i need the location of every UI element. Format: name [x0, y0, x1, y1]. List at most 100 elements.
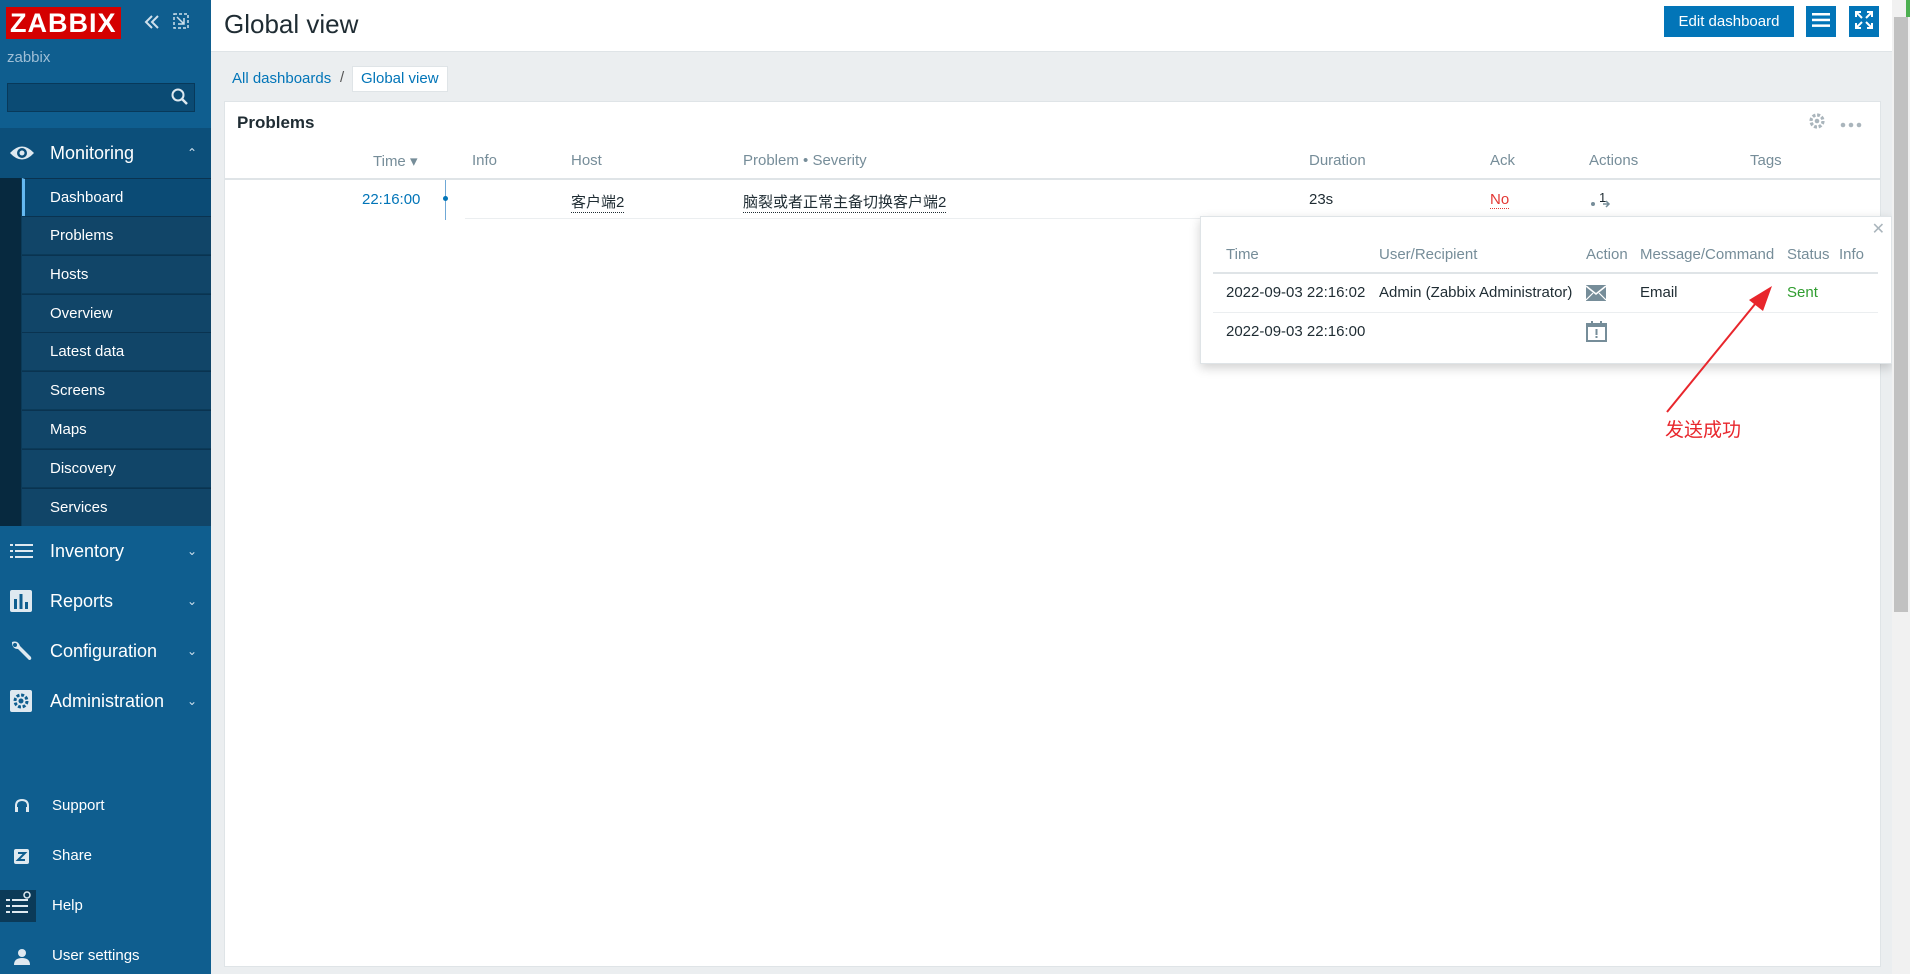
breadcrumb-separator: /: [340, 69, 345, 86]
popup-header-user: User/Recipient: [1379, 246, 1478, 263]
sidebar-item-label: Problems: [50, 227, 114, 244]
sidebar-user-settings[interactable]: User settings: [0, 936, 211, 974]
sidebar-help[interactable]: Help: [0, 886, 211, 926]
server-name: zabbix: [7, 49, 51, 66]
close-icon[interactable]: ✕: [1872, 219, 1885, 239]
widget-more-icon[interactable]: [1840, 116, 1862, 133]
chevron-down-icon: ⌄: [186, 594, 197, 608]
sidebar-item-discovery[interactable]: Discovery: [22, 449, 211, 487]
monitoring-submenu: Dashboard Problems Hosts Overview Latest…: [0, 178, 211, 526]
help-label: Help: [52, 897, 83, 914]
popup-header-message: Message/Command: [1640, 246, 1775, 263]
problem-duration: 23s: [1309, 191, 1334, 208]
popup-row-time: 2022-09-03 22:16:02: [1226, 284, 1366, 301]
sidebar-item-label: Overview: [50, 305, 113, 322]
sidebar-item-label: Maps: [50, 421, 87, 438]
actions-indicator[interactable]: 1: [1589, 190, 1611, 213]
menu-monitoring-label: Monitoring: [50, 142, 135, 163]
popup-header-time: Time: [1226, 246, 1259, 263]
scrollbar-thumb[interactable]: [1894, 17, 1908, 612]
sidebar-support[interactable]: Support: [0, 786, 211, 826]
headset-icon: [12, 797, 32, 817]
menu-reports[interactable]: Reports ⌄: [0, 576, 211, 626]
sidebar-item-maps[interactable]: Maps: [22, 410, 211, 448]
sidebar-item-overview[interactable]: Overview: [22, 294, 211, 332]
column-header-time[interactable]: Time ▾: [373, 152, 417, 170]
problem-host-link[interactable]: 客户端2: [571, 191, 625, 213]
calendar-alert-icon: [1586, 321, 1607, 346]
column-header-host[interactable]: Host: [571, 152, 602, 169]
sidebar-item-problems[interactable]: Problems: [22, 216, 211, 254]
list-icon: [9, 539, 35, 563]
sidebar-share[interactable]: Share: [0, 836, 211, 876]
page-title: Global view: [224, 9, 359, 39]
sidebar-item-label: Hosts: [50, 266, 89, 283]
sidebar-item-services[interactable]: Services: [22, 488, 211, 526]
dashboard-menu-button[interactable]: [1806, 6, 1836, 37]
user-icon: [12, 947, 32, 967]
sidebar-item-label: Latest data: [50, 343, 125, 360]
problem-time-link[interactable]: 22:16:00: [362, 191, 420, 208]
header-divider: [225, 178, 1880, 180]
page-header: Global view Edit dashboard: [211, 0, 1892, 52]
column-header-info: Info: [472, 152, 498, 169]
chevron-down-icon: ⌄: [186, 544, 197, 558]
ack-no-link[interactable]: No: [1490, 191, 1510, 209]
timeline-dot: [443, 196, 448, 201]
annotation-text: 发送成功: [1665, 420, 1742, 441]
search-input[interactable]: [8, 84, 170, 111]
edit-dashboard-button[interactable]: Edit dashboard: [1664, 6, 1794, 37]
chevron-down-icon: ⌄: [186, 694, 197, 708]
support-label: Support: [52, 797, 105, 814]
menu-inventory[interactable]: Inventory ⌄: [0, 526, 211, 576]
user-settings-label: User settings: [52, 947, 140, 964]
collapse-sidebar-icon[interactable]: [142, 12, 162, 38]
menu-configuration-label: Configuration: [50, 640, 158, 661]
menu-monitoring[interactable]: Monitoring ⌃: [0, 128, 211, 178]
column-header-duration: Duration: [1309, 152, 1366, 169]
breadcrumb-current[interactable]: Global view: [352, 66, 448, 92]
menu-reports-label: Reports: [50, 590, 114, 611]
page-scrollbar[interactable]: [1892, 0, 1910, 974]
breadcrumb-all-dashboards[interactable]: All dashboards: [232, 70, 331, 87]
search-icon[interactable]: [170, 87, 190, 111]
sidebar-item-label: Screens: [50, 382, 106, 399]
annotation-arrow: [1666, 286, 1772, 413]
status-sent: Sent: [1787, 284, 1818, 301]
popup-header-divider: [1213, 272, 1878, 274]
wrench-icon: [9, 639, 35, 663]
popup-row-time: 2022-09-03 22:16:00: [1226, 323, 1366, 340]
submenu-indent-bar: [0, 178, 21, 526]
actions-count: 1: [1599, 190, 1607, 205]
sidebar-item-label: Dashboard: [50, 189, 124, 206]
column-header-tags: Tags: [1750, 152, 1782, 169]
autohide-sidebar-icon[interactable]: [172, 12, 190, 36]
menu-administration[interactable]: Administration ⌄: [0, 676, 211, 726]
menu-inventory-label: Inventory: [50, 540, 125, 561]
menu-administration-label: Administration: [50, 690, 165, 711]
kiosk-mode-button[interactable]: [1849, 6, 1879, 37]
zabbix-logo[interactable]: ZABBIX: [6, 7, 121, 39]
help-icon: [0, 890, 36, 922]
sidebar-item-dashboard[interactable]: Dashboard: [22, 178, 211, 216]
sidebar-item-screens[interactable]: Screens: [22, 371, 211, 409]
scrollbar-accent: [1906, 0, 1910, 17]
sidebar-item-hosts[interactable]: Hosts: [22, 255, 211, 293]
widget-title: Problems: [237, 113, 315, 132]
sidebar-item-latest-data[interactable]: Latest data: [22, 332, 211, 370]
bar-chart-icon: [9, 589, 35, 613]
gear-icon: [9, 689, 35, 713]
popup-header-info: Info: [1839, 246, 1865, 263]
column-header-ack: Ack: [1490, 152, 1516, 169]
fullscreen-icon: [1854, 10, 1874, 34]
chevron-up-icon: ⌃: [186, 146, 197, 160]
column-header-problem[interactable]: Problem • Severity: [743, 152, 867, 169]
hamburger-icon: [1812, 12, 1830, 32]
sidebar-item-label: Services: [50, 499, 108, 516]
envelope-icon: [1585, 285, 1607, 305]
sidebar: ZABBIX zabbix Monitoring ⌃ Dashboard Pro…: [0, 0, 211, 974]
problem-name-link[interactable]: 脑裂或者正常主备切换客户端2: [743, 191, 947, 213]
menu-configuration[interactable]: Configuration ⌄: [0, 626, 211, 676]
share-z-icon: [12, 847, 32, 867]
widget-settings-icon[interactable]: [1808, 112, 1826, 134]
